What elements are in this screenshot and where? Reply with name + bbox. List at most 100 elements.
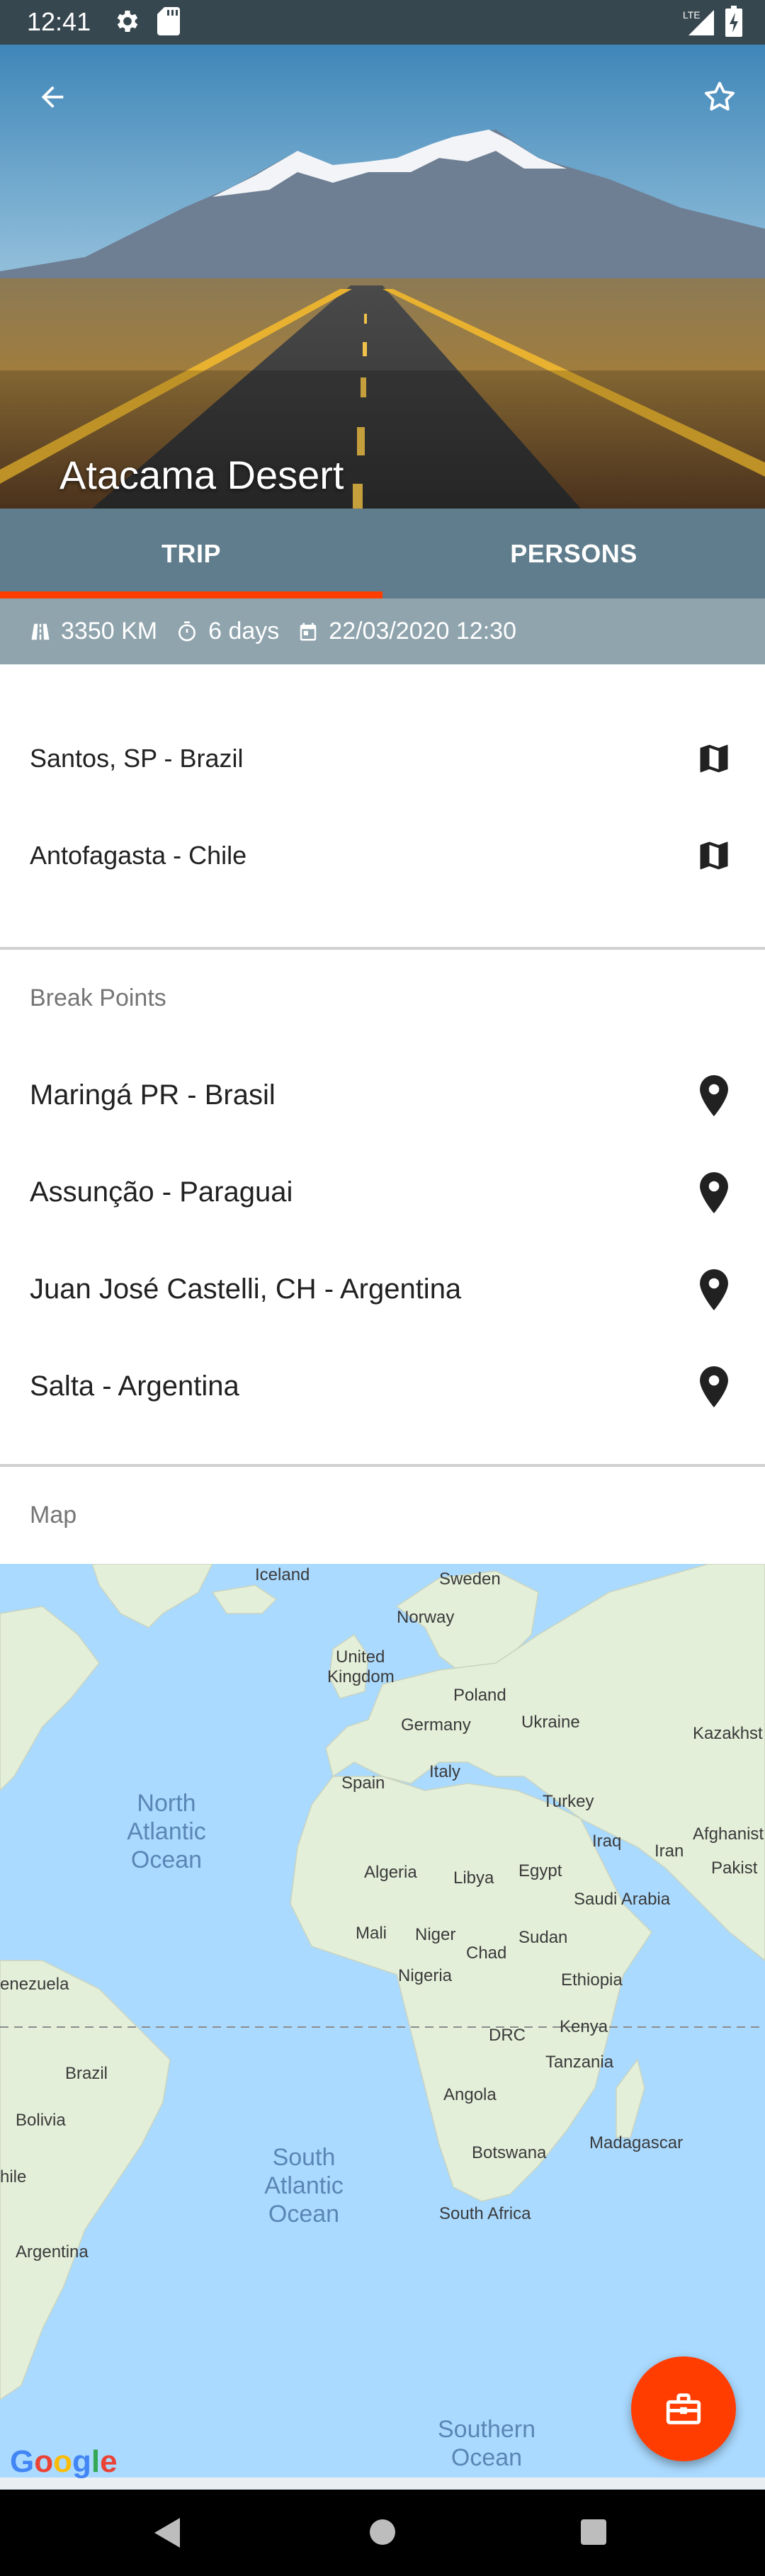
map-place-label: Tanzania	[545, 2053, 614, 2072]
map-place-label: Nigeria	[398, 1966, 453, 1985]
map-place-label: Iraq	[592, 1832, 622, 1851]
calendar-icon	[300, 623, 317, 640]
break-point-text: Assunção - Paraguai	[30, 1176, 293, 1208]
google-logo: Google	[10, 2444, 118, 2479]
map-place-label: Kingdom	[327, 1667, 395, 1686]
map-icon[interactable]	[694, 836, 734, 875]
nav-recents-button[interactable]	[581, 2519, 606, 2545]
map-place-label: Norway	[397, 1608, 455, 1627]
distance-info: 3350 KM	[30, 618, 157, 645]
location-pin-icon[interactable]	[694, 1170, 734, 1215]
break-point-text: Salta - Argentina	[30, 1371, 239, 1402]
map-place-label: Iran	[654, 1842, 684, 1861]
origin-row[interactable]: Santos, SP - Brazil	[0, 710, 765, 807]
break-points-label: Break Points	[30, 985, 166, 1011]
map-place-label: Egypt	[518, 1861, 562, 1880]
map-view[interactable]: Iceland Sweden Norway United Kingdom Pol…	[0, 1564, 765, 2490]
map-place-label: Iceland	[255, 1565, 310, 1584]
favorite-button[interactable]	[696, 73, 744, 121]
timer-icon	[178, 620, 196, 641]
list-item[interactable]: Maringá PR - Brasil	[0, 1047, 765, 1144]
break-point-text: Maringá PR - Brasil	[30, 1079, 276, 1111]
signal-icon: LTE	[683, 7, 714, 39]
duration-text: 6 days	[208, 618, 280, 645]
map-place-label: DRC	[489, 2026, 526, 2045]
map-place-label: Madagascar	[589, 2133, 684, 2152]
header-photo	[0, 45, 765, 509]
map-place-label: Sweden	[439, 1570, 501, 1589]
map-place-label: Spain	[341, 1774, 385, 1793]
map-place-label: Angola	[443, 2085, 497, 2104]
nav-back-button[interactable]	[154, 2518, 183, 2548]
map-place-label: Ethiopia	[561, 1970, 623, 1990]
datetime-text: 22/03/2020 12:30	[329, 618, 516, 645]
duration-info: 6 days	[176, 618, 279, 645]
star-outline-icon	[704, 81, 735, 111]
sd-card-icon	[157, 7, 180, 39]
break-points-list: Maringá PR - Brasil Assunção - Paraguai …	[0, 1047, 765, 1435]
arrow-back-icon	[41, 86, 64, 108]
location-pin-icon[interactable]	[694, 1267, 734, 1312]
ocean-label-south-atlantic: South Atlantic Ocean	[264, 2144, 344, 2228]
map-place-label: Bolivia	[16, 2111, 66, 2130]
nav-home-button[interactable]	[370, 2519, 395, 2545]
settings-icon	[113, 7, 142, 39]
map-place-label: Chad	[466, 1944, 507, 1963]
trip-title: Atacama Desert	[60, 453, 344, 497]
map-place-label: Algeria	[364, 1863, 417, 1882]
road-icon	[31, 623, 50, 640]
origin-text: Santos, SP - Brazil	[30, 743, 244, 773]
map-icon[interactable]	[694, 739, 734, 778]
map-place-label: South Africa	[439, 2204, 531, 2223]
back-button[interactable]	[28, 73, 76, 121]
break-point-text: Juan José Castelli, CH - Argentina	[30, 1273, 462, 1305]
divider	[0, 947, 765, 950]
map-label: Map	[30, 1502, 77, 1528]
destination-row[interactable]: Antofagasta - Chile	[0, 807, 765, 904]
status-time: 12:41	[27, 7, 91, 36]
map-place-label: Saudi Arabia	[574, 1890, 671, 1909]
datetime-info: 22/03/2020 12:30	[298, 618, 516, 645]
map-place-label: hile	[0, 2167, 27, 2186]
destination-text: Antofagasta - Chile	[30, 840, 247, 870]
map-place-label: Ukraine	[521, 1713, 580, 1732]
map-place-label: enezuela	[0, 1975, 69, 1994]
trip-info-bar: 3350 KM 6 days 22/03/2020 12:30	[0, 598, 765, 664]
map-place-label: Afghanist	[693, 1825, 764, 1844]
header-image: Atacama Desert	[0, 45, 765, 509]
route-list: Santos, SP - Brazil Antofagasta - Chile	[0, 710, 765, 904]
divider	[0, 1464, 765, 1467]
tab-trip[interactable]: TRIP	[0, 509, 382, 598]
map-place-label: Germany	[401, 1715, 471, 1735]
briefcase-icon	[666, 2393, 701, 2424]
system-nav-bar	[0, 2490, 765, 2576]
status-bar: 12:41 LTE	[0, 0, 765, 45]
map-place-label: Libya	[453, 1868, 494, 1888]
map-place-label: United	[336, 1647, 385, 1667]
list-item[interactable]: Salta - Argentina	[0, 1338, 765, 1435]
distance-text: 3350 KM	[61, 618, 158, 645]
list-item[interactable]: Assunção - Paraguai	[0, 1144, 765, 1241]
list-item[interactable]: Juan José Castelli, CH - Argentina	[0, 1241, 765, 1338]
map-place-label: Poland	[453, 1686, 506, 1705]
map-place-label: Pakist	[711, 1859, 758, 1878]
map-place-label: Sudan	[518, 1928, 568, 1947]
map-place-label: Brazil	[65, 2064, 108, 2083]
map-place-label: Italy	[429, 1762, 461, 1781]
network-type: LTE	[683, 9, 701, 21]
tab-bar: TRIP PERSONS	[0, 509, 765, 598]
map-place-label: Turkey	[543, 1792, 594, 1811]
map-land	[0, 1564, 765, 2490]
ocean-label-southern: Southern Ocean	[438, 2416, 536, 2471]
tab-persons[interactable]: PERSONS	[382, 509, 765, 598]
map-place-label: Niger	[415, 1925, 456, 1944]
map-place-label: Botswana	[472, 2143, 547, 2162]
map-place-label: Mali	[356, 1924, 387, 1943]
map-place-label: Kazakhst	[693, 1724, 763, 1743]
ocean-label-north-atlantic: North Atlantic Ocean	[127, 1790, 206, 1873]
fab-button[interactable]	[631, 2356, 736, 2461]
battery-charging-icon	[725, 6, 742, 40]
location-pin-icon[interactable]	[694, 1364, 734, 1409]
map-place-label: Kenya	[560, 2017, 608, 2036]
location-pin-icon[interactable]	[694, 1073, 734, 1118]
